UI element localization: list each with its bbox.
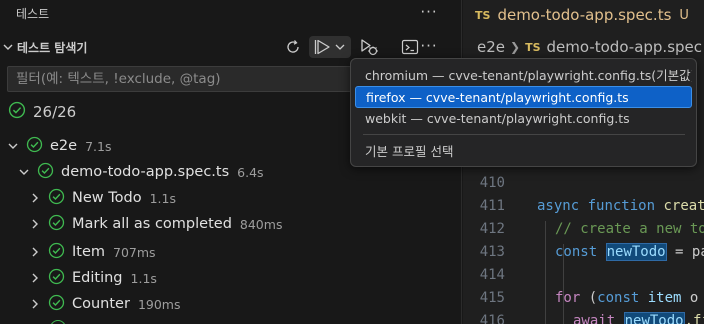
terminal-icon xyxy=(401,39,419,55)
code-token: o xyxy=(681,290,699,306)
line-number: 415 xyxy=(479,290,505,306)
tree-item-label: New Todo xyxy=(72,190,142,206)
code-line: await newTodo.fi xyxy=(573,312,704,324)
indent-guide xyxy=(545,221,546,324)
indent-guide xyxy=(563,244,564,324)
code-token: item xyxy=(647,290,682,306)
tree-item-label: demo-todo-app.spec.ts xyxy=(61,164,230,180)
summary-count: 26/26 xyxy=(33,103,77,121)
refresh-icon xyxy=(285,39,301,55)
panel-more-actions-icon[interactable]: ··· xyxy=(418,2,440,24)
pass-check-icon xyxy=(50,320,66,324)
run-tests-button[interactable] xyxy=(309,36,351,58)
tree-item-mark-all[interactable]: Mark all as completed 840ms xyxy=(0,212,461,236)
pass-check-icon xyxy=(48,242,65,263)
debug-tests-icon xyxy=(359,37,383,57)
menu-item-firefox[interactable]: firefox — cvve-tenant/playwright.config.… xyxy=(355,86,692,108)
code-token: const xyxy=(555,244,598,260)
chevron-down-icon[interactable] xyxy=(334,40,346,54)
ts-file-icon: TS xyxy=(525,40,541,54)
panel-header: 테스트 ··· xyxy=(0,0,461,26)
tree-item-label: e2e xyxy=(50,138,78,154)
test-summary: 26/26 xyxy=(8,101,77,123)
code-token-highlight: newTodo xyxy=(605,243,667,261)
code-token: for xyxy=(555,290,581,306)
tree-item-label: Item xyxy=(72,244,106,260)
code-token: function xyxy=(587,198,656,214)
tree-item-duration: 6.4s xyxy=(237,164,264,180)
chevron-right-icon[interactable] xyxy=(29,271,41,285)
breadcrumb-folder[interactable]: e2e xyxy=(477,38,505,56)
chevron-right-icon[interactable] xyxy=(29,217,41,231)
menu-separator xyxy=(363,134,685,135)
pass-check-icon xyxy=(8,101,26,123)
code-token: const xyxy=(597,290,640,306)
chevron-down-icon[interactable] xyxy=(18,165,30,179)
menu-item-webkit[interactable]: webkit — cvve-tenant/playwright.config.t… xyxy=(355,108,692,130)
chevron-down-icon[interactable] xyxy=(7,139,19,153)
pass-check-icon xyxy=(48,294,65,315)
chevron-right-icon[interactable] xyxy=(29,297,41,311)
code-token: creat xyxy=(663,198,704,214)
code-line: const newTodo = pa xyxy=(555,243,704,266)
tree-item-new-todo[interactable]: New Todo 1.1s xyxy=(0,186,461,210)
panel-title: 테스트 xyxy=(16,7,50,21)
breadcrumb-file[interactable]: demo-todo-app.spec xyxy=(547,38,703,56)
tree-item-duration: 707ms xyxy=(113,244,156,260)
chevron-right-icon[interactable] xyxy=(29,245,41,259)
code-token-highlight: newTodo xyxy=(623,312,685,324)
section-more-actions-icon[interactable]: ··· xyxy=(418,36,440,58)
editor-tabbar: TS demo-todo-app.spec.ts U xyxy=(463,0,704,30)
run-profile-menu: chromium — cvve-tenant/playwright.config… xyxy=(350,58,697,167)
breadcrumb: e2e ❯ TS demo-todo-app.spec xyxy=(463,36,702,58)
line-number: 411 xyxy=(479,198,505,214)
code-line: async function creat xyxy=(537,198,704,220)
menu-item-chromium[interactable]: chromium — cvve-tenant/playwright.config… xyxy=(355,65,692,87)
code-token: await xyxy=(573,313,616,324)
tab-title: demo-todo-app.spec.ts xyxy=(497,6,672,24)
line-number: 410 xyxy=(479,175,505,191)
tree-item-label: Counter xyxy=(72,296,130,312)
tree-item-duration: 190ms xyxy=(137,296,181,312)
line-number: 416 xyxy=(479,313,505,324)
pass-check-icon xyxy=(48,214,65,235)
line-number: 414 xyxy=(479,267,505,283)
tree-item-duration: 7.1s xyxy=(85,138,112,154)
tree-item-duration: 1.1s xyxy=(130,270,157,286)
debug-tests-button[interactable] xyxy=(356,36,386,58)
section-header[interactable]: 테스트 탐색기 ··· xyxy=(0,34,461,60)
pass-check-icon xyxy=(37,162,54,183)
code-line: // create a new to xyxy=(555,221,704,237)
pass-check-icon xyxy=(26,136,43,157)
code-token: .fi xyxy=(684,313,704,324)
line-number: 412 xyxy=(479,221,505,237)
editor-tab[interactable]: TS demo-todo-app.spec.ts U xyxy=(463,0,704,30)
chevron-right-icon: ❯ xyxy=(510,40,521,54)
code-token: async xyxy=(537,198,580,214)
ts-file-icon: TS xyxy=(475,8,491,22)
tree-item-item[interactable]: Item 707ms xyxy=(0,240,461,264)
pass-check-icon xyxy=(48,188,65,209)
refresh-tests-button[interactable] xyxy=(282,36,304,58)
menu-item-select-default-profile[interactable]: 기본 프로필 선택 xyxy=(355,141,692,163)
tree-item-duration: 1.1s xyxy=(149,190,176,206)
tree-item-label: Editing xyxy=(72,270,123,286)
code-token: = pa xyxy=(675,244,704,260)
run-tests-icon xyxy=(314,38,334,56)
pass-check-icon xyxy=(48,268,65,289)
tree-item-editing[interactable]: Editing 1.1s xyxy=(0,266,461,290)
code-token: ( xyxy=(580,290,598,306)
tab-status: U xyxy=(679,7,689,23)
section-title: 테스트 탐색기 xyxy=(17,41,88,55)
chevron-right-icon[interactable] xyxy=(29,191,41,205)
tree-item-duration: 840ms xyxy=(239,216,283,232)
tree-item-label: Mark all as completed xyxy=(72,216,232,232)
line-number: 413 xyxy=(479,244,505,260)
tree-item-counter[interactable]: Counter 190ms xyxy=(0,292,461,316)
chevron-down-icon[interactable] xyxy=(2,39,14,53)
code-line: for (const item o xyxy=(555,290,698,312)
